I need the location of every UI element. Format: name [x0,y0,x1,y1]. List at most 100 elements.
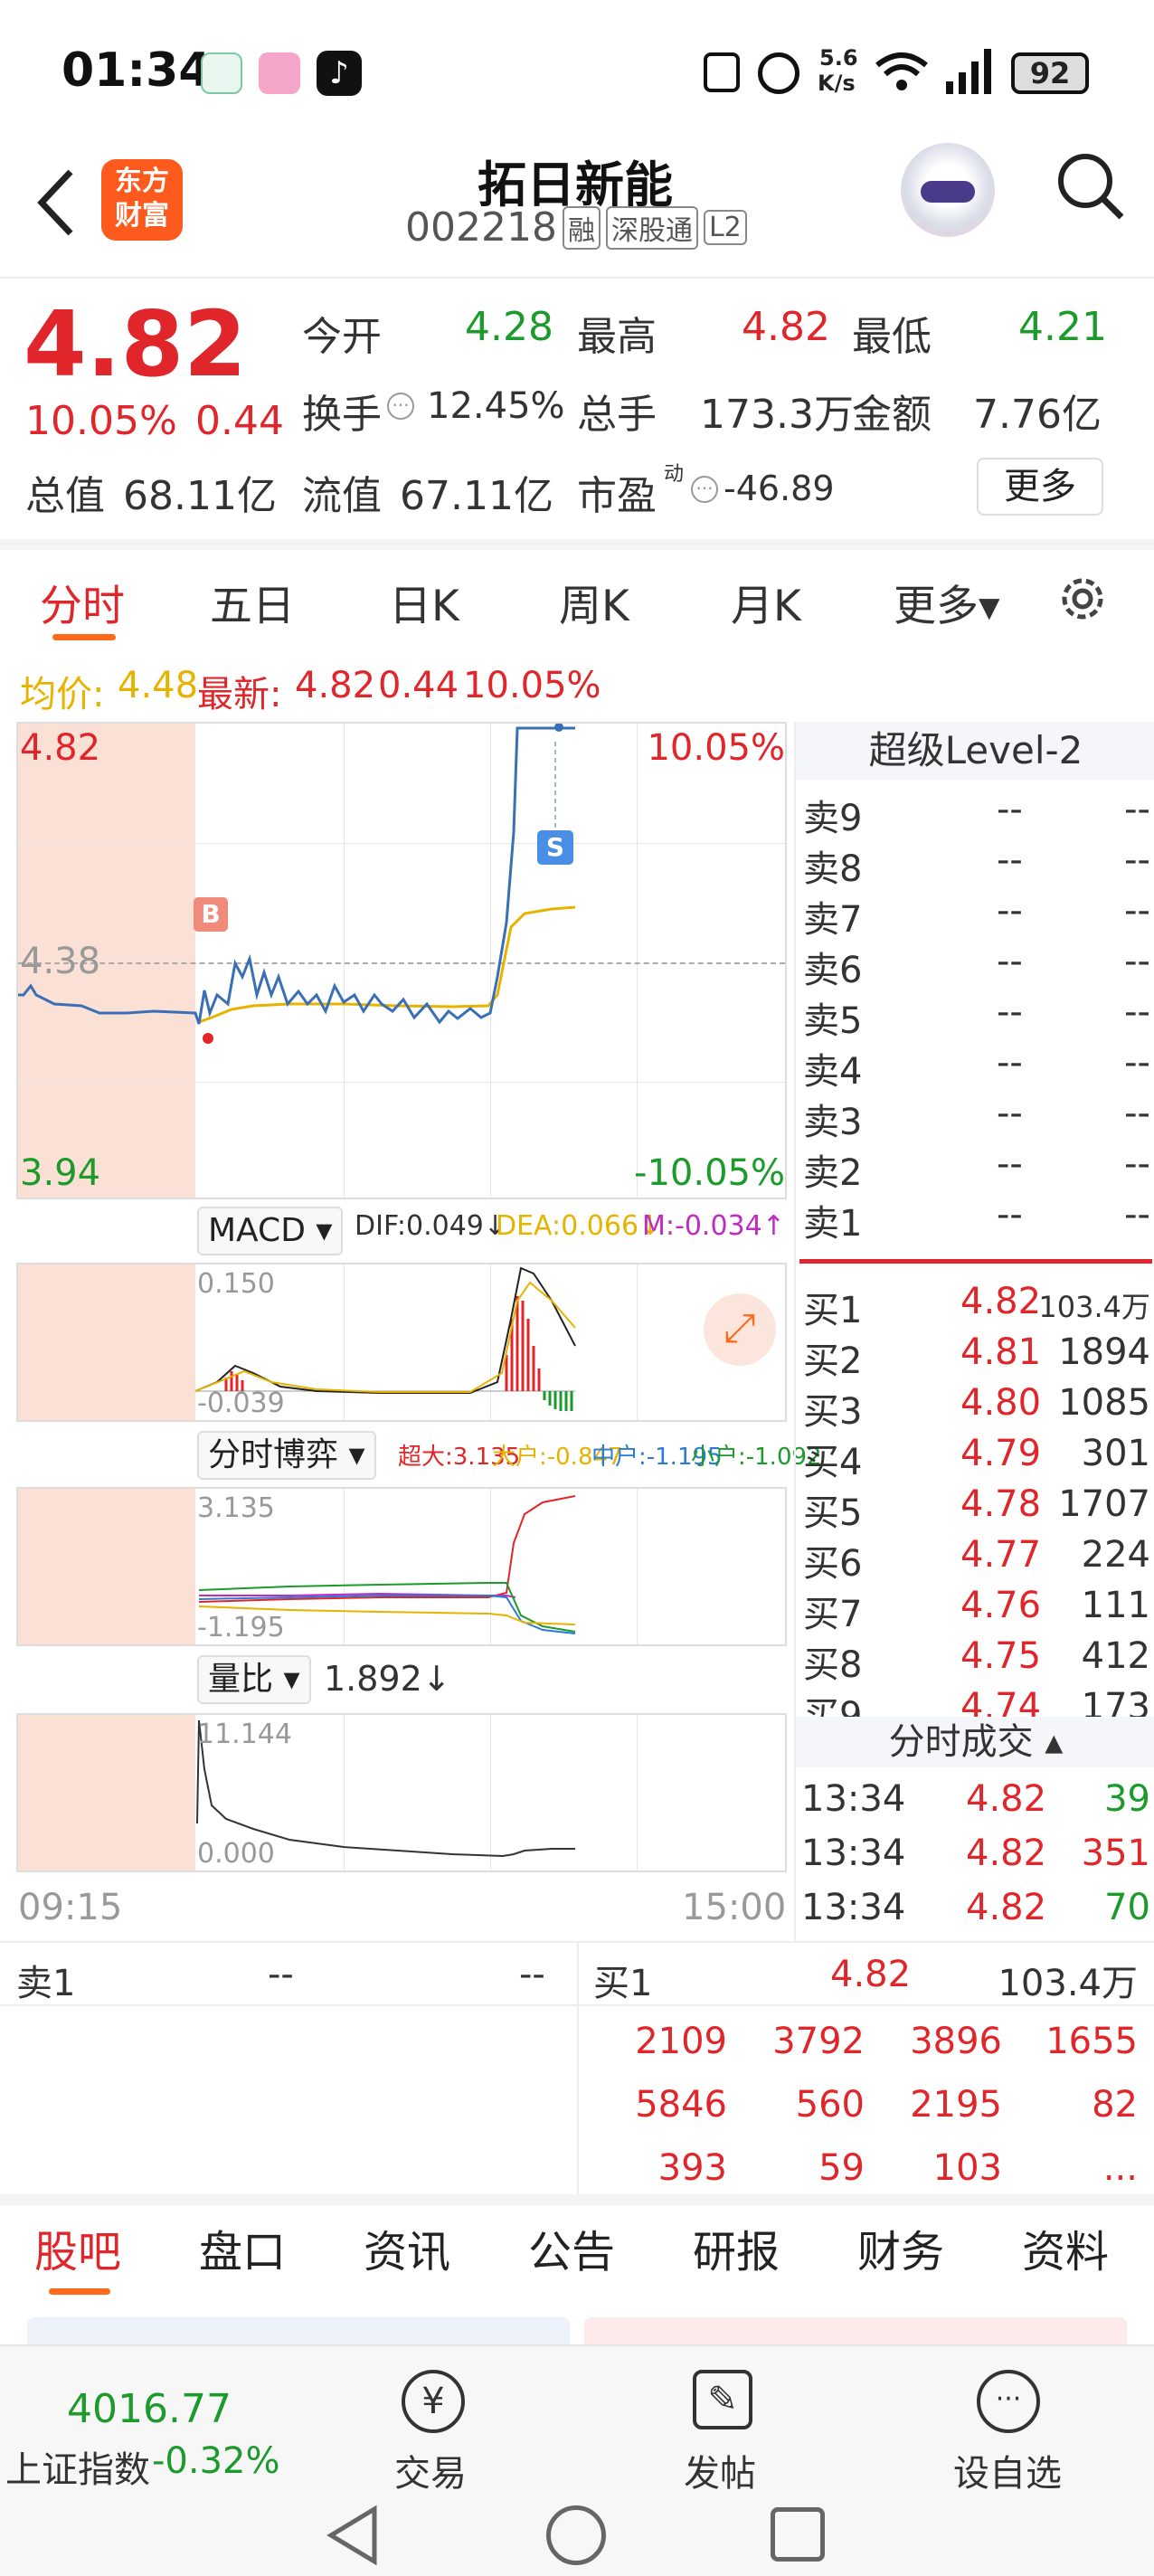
watchlist-icon[interactable]: ··· [977,2370,1040,2433]
low-value: 4.21 [1018,304,1107,350]
ask-row[interactable]: 卖6 -- -- [796,937,1154,991]
ratio-min: 0.000 [197,1838,275,1870]
tab-pankou[interactable]: 盘口 [199,2216,286,2279]
ask-row[interactable]: 卖1 -- -- [796,1190,1154,1245]
tab-more[interactable]: 更多▾ [894,571,1000,633]
ask-row[interactable]: 卖9 -- -- [796,785,1154,839]
more-button[interactable]: 更多 [977,458,1103,516]
bid-row[interactable]: 买5 4.78 1707 [796,1480,1154,1534]
tab-weekly-k[interactable]: 周K [559,571,629,633]
bid-row[interactable]: 买2 4.81 1894 [796,1328,1154,1382]
bid-row[interactable]: 买3 4.80 1085 [796,1378,1154,1433]
bid-level: 买2 [803,1340,863,1382]
tab-five-day[interactable]: 五日 [210,571,295,633]
expand-icon[interactable]: ⤢ [704,1293,776,1366]
ratio-svg [196,1719,575,1858]
latest-pct: 10.05% [463,665,601,706]
trade-time: 13:34 [801,1833,906,1874]
bid-row[interactable]: 买7 4.76 111 [796,1581,1154,1635]
tab-research[interactable]: 研报 [693,2216,780,2279]
brand-logo[interactable]: 东方 财富 [101,159,183,241]
trade-price: 4.82 [966,1778,1047,1820]
ask-row[interactable]: 卖7 -- -- [796,886,1154,941]
bid-level: 买4 [803,1442,863,1483]
queue-cell: ... [1102,2147,1138,2189]
index-value[interactable]: 4016.77 [67,2386,232,2432]
ask-level: 卖6 [803,950,863,991]
amount-label: 金额 [852,392,932,438]
bid-price: 4.77 [960,1534,1042,1576]
game-chart[interactable]: 3.135 -1.195 [16,1487,787,1646]
search-icon[interactable] [1055,150,1127,223]
bid-row[interactable]: 买6 4.77 224 [796,1530,1154,1585]
tab-guba-indicator [49,2288,110,2295]
trade-row: 13:34 4.82 351 [796,1829,1154,1883]
ratio-select[interactable]: 量比 ▾ [197,1655,311,1704]
ask-row[interactable]: 卖4 -- -- [796,1038,1154,1093]
watchlist-label[interactable]: 设自选 [953,2444,1062,2496]
ask-level: 卖3 [803,1102,863,1143]
time-start: 09:15 [18,1887,123,1928]
alarm-icon [758,52,799,94]
post-label[interactable]: 发帖 [684,2444,756,2496]
tab-guba[interactable]: 股吧 [34,2216,121,2279]
level2-title[interactable]: 超级Level-2 [796,722,1154,780]
macd-chart[interactable]: 0.150 -0.039 ⤢ [16,1263,787,1422]
ask-volume: -- [1124,991,1150,1033]
tab-announcement[interactable]: 公告 [528,2216,615,2279]
tab-daily-k[interactable]: 日K [389,571,459,633]
ask-volume: -- [1124,1093,1150,1134]
nav-recent-icon[interactable] [771,2507,825,2562]
ask-row[interactable]: 卖8 -- -- [796,836,1154,890]
info-icon-2[interactable]: ··· [691,476,718,503]
ask-row[interactable]: 卖5 -- -- [796,988,1154,1042]
macd-select[interactable]: MACD ▾ [197,1207,344,1255]
ask-row[interactable]: 卖2 -- -- [796,1140,1154,1194]
tab-intraday[interactable]: 分时 [40,571,125,633]
gear-icon[interactable] [1055,571,1111,627]
nav-home-icon[interactable] [546,2505,606,2565]
bid-volume: 111 [1081,1585,1150,1626]
trade-icon[interactable]: ¥ [402,2370,465,2433]
queue-split [577,1943,579,2198]
bid-row[interactable]: 买1 4.82 103.4万 [796,1277,1154,1331]
ask-row[interactable]: 卖3 -- -- [796,1089,1154,1143]
index-name[interactable]: 上证指数 [5,2440,150,2493]
nav-back-icon[interactable] [324,2504,383,2567]
bid-volume: 103.4万 [1038,1290,1150,1324]
quote-panel: 4.82 10.05% 0.44 总值 68.11亿 今开 4.28 最高 4.… [0,280,1154,543]
buy-marker[interactable]: B [194,897,228,932]
tab-news[interactable]: 资讯 [364,2216,450,2279]
game-select[interactable]: 分时博弈 ▾ [197,1431,376,1480]
trades-title[interactable]: 分时成交 ▴ [796,1717,1154,1767]
robot-assistant-icon[interactable] [901,143,995,237]
back-icon[interactable] [34,166,80,239]
bid-row[interactable]: 买8 4.75 412 [796,1632,1154,1686]
tag-l2: L2 [703,210,747,245]
spread-divider [799,1259,1152,1264]
card-stub-right [584,2317,1127,2344]
queue-cell: 82 [1092,2084,1138,2126]
bid-volume: 224 [1081,1534,1150,1576]
ratio-chart[interactable]: 11.144 0.000 [16,1713,787,1872]
tab-profile[interactable]: 资料 [1022,2216,1109,2279]
bid-level: 买8 [803,1644,863,1686]
latest-value: 4.82 [295,665,376,706]
price-chart[interactable]: B S 4.82 10.05% 4.38 3.94 -10.05% [16,722,787,1199]
bid-row[interactable]: 买4 4.79 301 [796,1429,1154,1483]
tab-monthly-k[interactable]: 月K [731,571,801,633]
info-icon[interactable]: ··· [387,393,414,420]
tag-rong: 融 [562,205,601,250]
nav-bar: 东方 财富 拓日新能 002218 融 深股通 L2 [0,136,1154,280]
post-icon[interactable]: ✎ [693,2370,752,2429]
trade-label[interactable]: 交易 [394,2444,467,2496]
bid-volume: 1894 [1058,1331,1150,1373]
sell-marker[interactable]: S [537,830,573,865]
ask-price: -- [997,789,1023,830]
ask-price: -- [997,1042,1023,1084]
trade-row: 13:34 4.82 70 [796,1883,1154,1937]
queue-cell: 393 [657,2147,727,2189]
queue-cell: 103 [932,2147,1002,2189]
tab-finance[interactable]: 财务 [857,2216,944,2279]
float-value: 67.11亿 [400,473,553,519]
